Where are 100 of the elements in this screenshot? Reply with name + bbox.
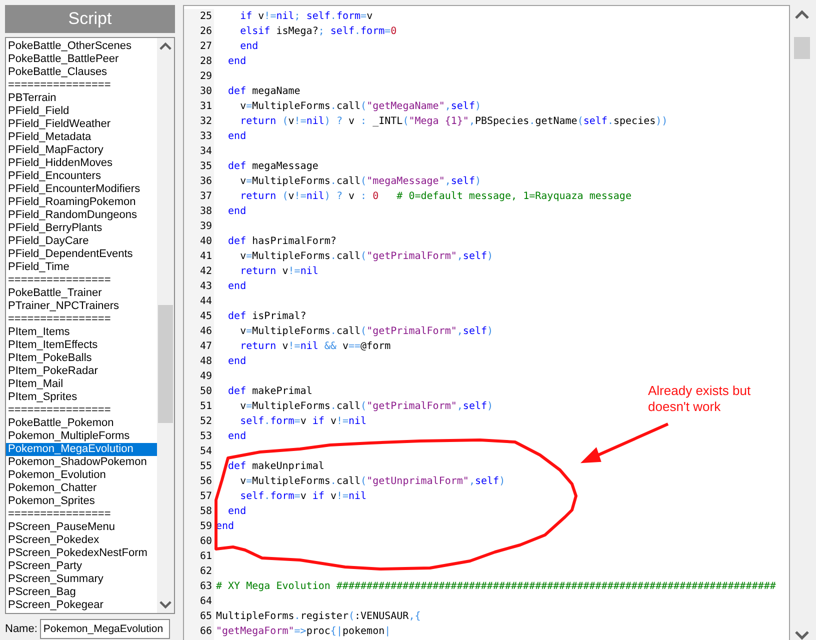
line-number: 48 xyxy=(198,355,212,369)
script-list-item[interactable]: ================ xyxy=(6,274,157,287)
script-list-item[interactable]: Pokemon_Evolution xyxy=(6,469,157,482)
line-number: 27 xyxy=(198,40,212,54)
line-number: 51 xyxy=(198,400,212,414)
script-list-item[interactable]: PField_BerryPlants xyxy=(6,222,157,235)
script-list-item[interactable]: Pokemon_ShadowPokemon xyxy=(6,456,157,469)
script-list-item[interactable]: PField_DayCare xyxy=(6,235,157,248)
script-list-item[interactable]: ================ xyxy=(6,313,157,326)
script-list-item[interactable]: ================ xyxy=(6,79,157,92)
code-line: return v!=nil xyxy=(239,266,318,277)
script-list-item[interactable]: PField_RandomDungeons xyxy=(6,209,157,222)
script-list-item[interactable]: PTrainer_NPCTrainers xyxy=(6,300,157,313)
script-list-item[interactable]: PItem_Sprites xyxy=(6,391,157,404)
script-list-item[interactable]: PBTerrain xyxy=(6,92,157,105)
script-list-item[interactable]: Pokemon_MegaEvolution xyxy=(6,443,157,456)
list-scrollbar[interactable] xyxy=(157,38,174,613)
code-line: v=MultipleForms.call("megaMessage",self) xyxy=(239,176,482,187)
line-number: 65 xyxy=(198,610,212,624)
annotation-note: Already exists but doesn't work xyxy=(648,383,752,415)
script-list-item[interactable]: PokeBattle_OtherScenes xyxy=(6,40,157,53)
script-list-item[interactable]: PScreen_PokedexNestForm xyxy=(6,547,157,560)
line-number: 34 xyxy=(198,145,212,159)
script-list-item[interactable]: Pokemon_Chatter xyxy=(6,482,157,495)
script-list-item[interactable]: PokeBattle_Trainer xyxy=(6,287,157,300)
script-list-item[interactable]: PScreen_Summary xyxy=(6,573,157,586)
script-list-item[interactable]: PItem_ItemEffects xyxy=(6,339,157,352)
line-number: 29 xyxy=(198,70,212,84)
code-line: return (v!=nil) ? v : _INTL("Mega {1}",PBSpecies.getName(self.species)) xyxy=(239,116,668,127)
line-number: 60 xyxy=(198,535,212,549)
line-number: 44 xyxy=(198,295,212,309)
script-list-item[interactable]: PokeBattle_BattlePeer xyxy=(6,53,157,66)
script-list-item[interactable]: PScreen_PauseMenu xyxy=(6,521,157,534)
line-number: 36 xyxy=(198,175,212,189)
script-list-item[interactable]: PField_Encounters xyxy=(6,170,157,183)
code-line: def megaName xyxy=(227,86,300,97)
script-list-item[interactable]: PScreen_Party xyxy=(6,560,157,573)
script-list-item[interactable]: PField_DependentEvents xyxy=(6,248,157,261)
scrollbar-thumb[interactable] xyxy=(794,37,810,59)
code-line: v=MultipleForms.call("getPrimalForm",self) xyxy=(239,401,494,412)
script-list-item[interactable]: PField_Field xyxy=(6,105,157,118)
code-line: self.form=v if v!=nil xyxy=(239,491,367,502)
name-field[interactable]: Pokemon_MegaEvolution xyxy=(40,619,170,639)
code-line: return v!=nil && v==@form xyxy=(239,341,391,352)
code-line: return (v!=nil) ? v : 0 # 0=default message, 1=Rayquaza message xyxy=(239,191,632,202)
script-list-item[interactable]: PField_Time xyxy=(6,261,157,274)
script-list-item[interactable]: ================ xyxy=(6,404,157,417)
line-number: 55 xyxy=(198,460,212,474)
name-label: Name: xyxy=(5,623,38,635)
code-line: end xyxy=(227,356,246,367)
script-list-item[interactable]: PField_HiddenMoves xyxy=(6,157,157,170)
line-number: 42 xyxy=(198,265,212,279)
code-line: end xyxy=(239,41,258,52)
script-list-item[interactable]: ================ xyxy=(6,508,157,521)
code-line: def makeUnprimal xyxy=(227,461,324,472)
code-line: v=MultipleForms.call("getPrimalForm",self) xyxy=(239,251,494,262)
code-line: def isPrimal? xyxy=(227,311,306,322)
script-list-item[interactable]: PItem_PokeBalls xyxy=(6,352,157,365)
line-number: 25 xyxy=(198,10,212,24)
code-line: def megaMessage xyxy=(227,161,318,172)
line-number: 59 xyxy=(198,520,212,534)
script-list-item[interactable]: PField_MapFactory xyxy=(6,144,157,157)
line-number: 52 xyxy=(198,415,212,429)
script-list-item[interactable]: PField_EncounterModifiers xyxy=(6,183,157,196)
script-list-item[interactable]: PField_RoamingPokemon xyxy=(6,196,157,209)
line-number: 50 xyxy=(198,385,212,399)
code-line: v=MultipleForms.call("getUnprimalForm",self) xyxy=(239,476,506,487)
script-list-item[interactable]: Pokemon_Sprites xyxy=(6,495,157,508)
line-number: 43 xyxy=(198,280,212,294)
script-list-item[interactable]: PItem_Mail xyxy=(6,378,157,391)
line-number: 62 xyxy=(198,565,212,579)
line-number: 33 xyxy=(198,130,212,144)
line-number: 56 xyxy=(198,475,212,489)
script-list-item[interactable]: PScreen_Bag xyxy=(6,586,157,599)
code-line: if v!=nil; self.form=v xyxy=(239,11,373,22)
code-line: self.form=v if v!=nil xyxy=(239,416,367,427)
script-list-item[interactable]: PItem_PokeRadar xyxy=(6,365,157,378)
line-number: 35 xyxy=(198,160,212,174)
script-list-item[interactable]: PokeBattle_Clauses xyxy=(6,66,157,79)
line-number: 41 xyxy=(198,250,212,264)
code-line: end xyxy=(227,506,246,517)
code-line: elsif isMega?; self.form=0 xyxy=(239,26,397,37)
code-line: # XY Mega Evolution ######################################################################### xyxy=(216,581,776,592)
code-line: MultipleForms.register(:VENUSAUR,{ xyxy=(216,611,421,622)
line-number: 45 xyxy=(198,310,212,324)
script-list-item[interactable]: PScreen_Pokegear xyxy=(6,599,157,612)
script-list-item[interactable]: PScreen_Pokedex xyxy=(6,534,157,547)
script-list-item[interactable]: PokeBattle_Pokemon xyxy=(6,417,157,430)
line-number: 61 xyxy=(198,550,212,564)
script-list-item[interactable]: PField_Metadata xyxy=(6,131,157,144)
script-list-item[interactable]: PField_FieldWeather xyxy=(6,118,157,131)
script-list-item[interactable]: Pokemon_MultipleForms xyxy=(6,430,157,443)
code-line: v=MultipleForms.call("getPrimalForm",self) xyxy=(239,326,494,337)
code-editor[interactable] xyxy=(183,5,790,640)
line-number: 58 xyxy=(198,505,212,519)
script-list-item[interactable]: PItem_Items xyxy=(6,326,157,339)
line-number: 66 xyxy=(198,625,212,639)
line-number: 64 xyxy=(198,595,212,609)
scrollbar-thumb[interactable] xyxy=(158,305,173,423)
line-number: 53 xyxy=(198,430,212,444)
